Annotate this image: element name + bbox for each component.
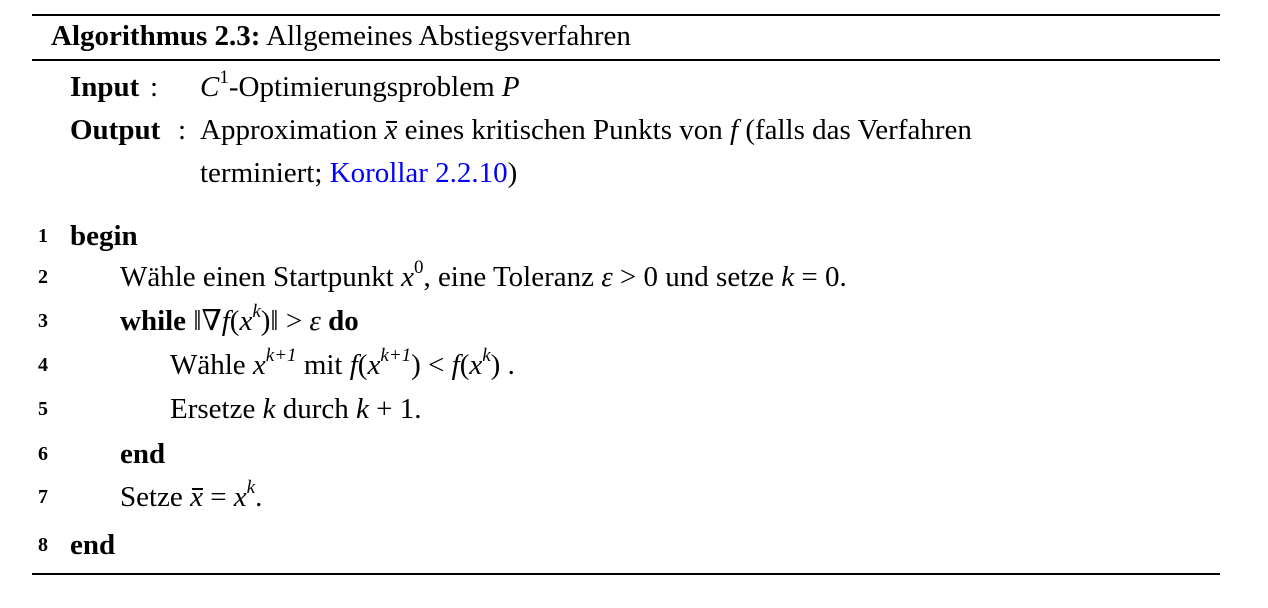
- l3-x: x: [239, 305, 253, 337]
- line-number-5: 5: [38, 398, 48, 420]
- l4-x2: x: [367, 349, 381, 381]
- l4-x2-sup: k+1: [380, 345, 412, 367]
- line-number-1: 1: [38, 225, 48, 247]
- code-line-2: Wähle einen Startpunkt x0, eine Toleranz…: [120, 257, 847, 295]
- l5-text-a: Ersetze: [170, 393, 263, 425]
- caption-rule: [32, 59, 1220, 61]
- l3-expr-a: ‖∇: [186, 305, 222, 337]
- l5-k: k: [262, 393, 276, 425]
- input-label: Input: [70, 71, 140, 103]
- l7-text-a: Setze: [120, 481, 191, 513]
- code-line-7: Setze x = xk.: [120, 477, 263, 515]
- l3-do: do: [320, 305, 359, 337]
- top-rule: [32, 14, 1220, 16]
- l7-x: x: [233, 481, 247, 513]
- output-xbar: x: [384, 114, 398, 146]
- l4-text-a: Wähle: [170, 349, 253, 381]
- output-text: Approximation x eines kritischen Punkts …: [200, 112, 972, 148]
- l3-while: while: [120, 305, 187, 337]
- l2-x: x: [401, 261, 414, 293]
- line-number-8: 8: [38, 534, 48, 556]
- l4-f1: f: [349, 349, 358, 381]
- code-line-6: end: [120, 438, 166, 470]
- input-desc: -Optimierungsproblem: [228, 71, 502, 103]
- l4-x: x: [252, 349, 266, 381]
- l4-text-d: ) <: [411, 349, 452, 381]
- code-line-3: while ‖∇f(xk)‖ > ε do: [120, 301, 359, 339]
- output-line2-end: ): [507, 157, 518, 189]
- l2-x-sup: 0: [413, 257, 424, 279]
- l2-k: k: [781, 261, 795, 293]
- output-line2-text: terminiert;: [200, 157, 330, 189]
- input-text: C1-Optimierungsproblem P: [200, 67, 520, 105]
- input-c: C: [200, 71, 220, 103]
- l2-text-b: , eine Toleranz: [423, 261, 602, 293]
- l4-x-sup: k+1: [265, 345, 297, 367]
- output-label: Output: [70, 114, 161, 146]
- output-text-line2: terminiert; Korollar 2.2.10): [200, 155, 517, 191]
- output-text-1: Approximation: [200, 114, 385, 146]
- l3-eps: ε: [309, 305, 321, 337]
- l2-eps: ε: [601, 261, 613, 293]
- input-c-sup: 1: [219, 67, 229, 89]
- korollar-link[interactable]: Korollar 2.2.10: [330, 157, 508, 189]
- algorithm-title: Allgemeines Abstiegsverfahren: [266, 20, 631, 52]
- code-line-5: Ersetze k durch k + 1.: [170, 391, 421, 427]
- input-colon: :: [150, 71, 159, 103]
- line-number-4: 4: [38, 354, 48, 376]
- input-p: P: [501, 71, 520, 103]
- output-colon: :: [178, 114, 187, 146]
- output-text-3: (falls das Verfahren: [738, 114, 972, 146]
- l5-text-c: + 1.: [368, 393, 422, 425]
- l4-text-b: mit: [296, 349, 350, 381]
- code-line-1: begin: [70, 220, 138, 252]
- l7-text-c: .: [255, 481, 263, 513]
- line-number-7: 7: [38, 486, 48, 508]
- l4-x3-sup: k: [482, 345, 491, 367]
- l4-x3: x: [469, 349, 483, 381]
- l3-x-sup: k: [252, 301, 261, 323]
- l7-text-b: =: [202, 481, 234, 513]
- algorithm-caption: Algorithmus 2.3: Allgemeines Abstiegsver…: [51, 18, 631, 54]
- l7-x-sup: k: [246, 477, 256, 499]
- bottom-rule: [32, 573, 1220, 575]
- l3-expr-c: )‖ >: [260, 305, 310, 337]
- line-number-6: 6: [38, 443, 48, 465]
- output-text-2: eines kritischen Punkts von: [397, 114, 730, 146]
- l2-text-d: = 0.: [794, 261, 847, 293]
- l4-text-g: ) .: [490, 349, 515, 381]
- l4-text-e: (: [459, 349, 470, 381]
- l2-text-c: > 0 und setze: [612, 261, 782, 293]
- code-line-8: end: [70, 529, 116, 561]
- algorithm-label: Algorithmus 2.3:: [51, 20, 261, 52]
- output-f: f: [730, 114, 739, 146]
- line-number-3: 3: [38, 310, 48, 332]
- line-number-2: 2: [38, 266, 48, 288]
- l5-text-b: durch: [275, 393, 356, 425]
- l3-expr-b: (: [229, 305, 240, 337]
- l2-text-a: Wähle einen Startpunkt: [120, 261, 402, 293]
- code-line-4: Wähle xk+1 mit f(xk+1) < f(xk) .: [170, 345, 515, 383]
- l3-f: f: [221, 305, 230, 337]
- l7-xbar: x: [190, 481, 203, 513]
- l5-k2: k: [356, 393, 369, 425]
- l4-f2: f: [451, 349, 460, 381]
